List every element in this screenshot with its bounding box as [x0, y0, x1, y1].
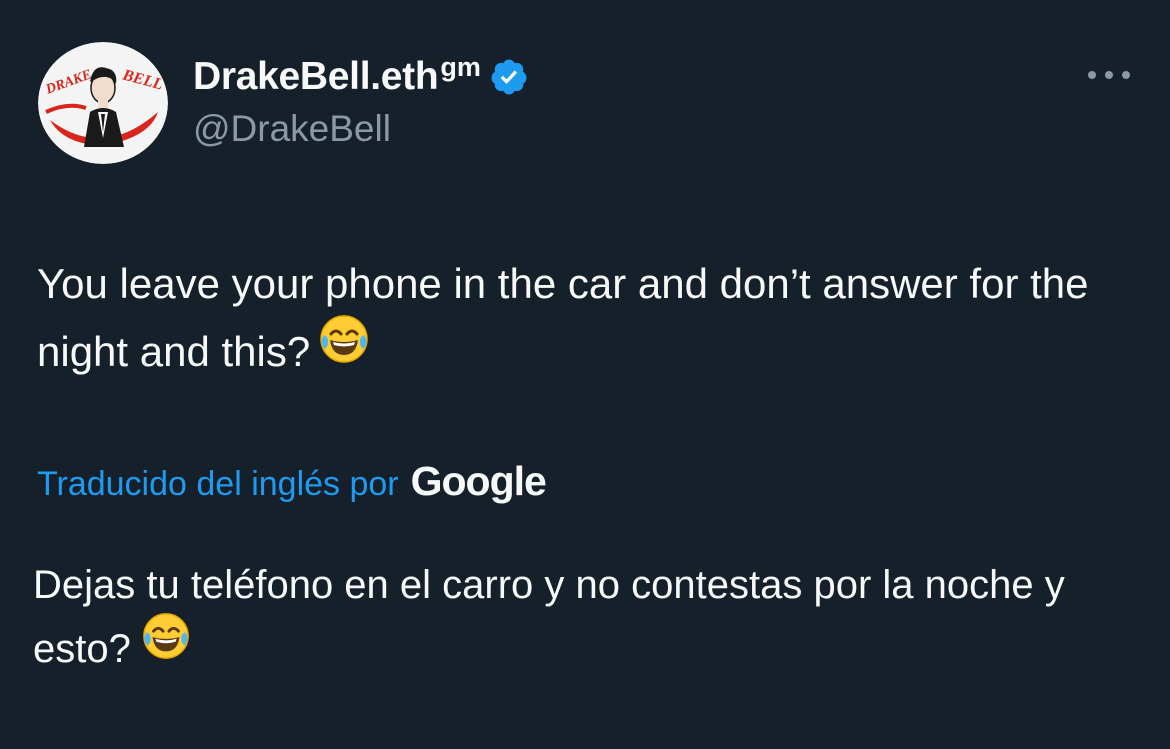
avatar-logo: DRAKE BELL: [38, 42, 168, 164]
translation-label[interactable]: Traducido del inglés por: [37, 465, 399, 504]
more-options-icon[interactable]: [1084, 60, 1134, 90]
avatar[interactable]: DRAKE BELL: [38, 42, 168, 164]
author-info: DrakeBell.eth gm @DrakeBell: [193, 52, 529, 150]
face-with-tears-of-joy-icon: [141, 611, 191, 680]
tweet-text: You leave your phone in the car and don’…: [37, 250, 1097, 391]
handle[interactable]: @DrakeBell: [193, 108, 529, 150]
verified-badge-icon[interactable]: [489, 57, 529, 97]
tweet-text-content: You leave your phone in the car and don’…: [37, 260, 1089, 375]
name-suffix: gm: [440, 51, 481, 82]
display-name[interactable]: DrakeBell.eth: [193, 55, 439, 99]
translation-attribution[interactable]: Traducido del inglés por Google: [37, 458, 547, 505]
google-logo: Google: [410, 458, 547, 504]
tweet: DRAKE BELL DrakeBell.eth gm @DrakeBell Y…: [0, 0, 1170, 749]
name-row: DrakeBell.eth gm: [193, 52, 529, 102]
face-with-tears-of-joy-icon: [318, 313, 370, 385]
translated-text: Dejas tu teléfono en el carro y no conte…: [33, 553, 1093, 686]
